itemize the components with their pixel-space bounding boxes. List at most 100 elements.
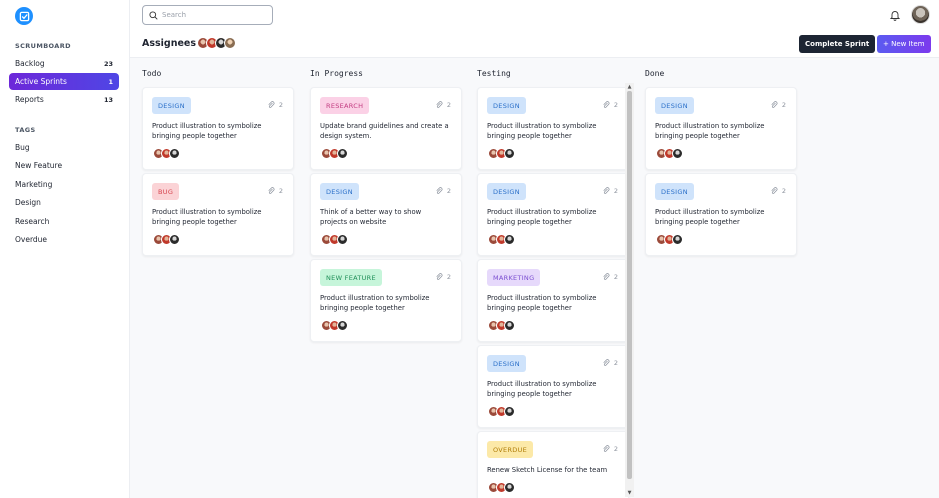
paperclip-icon: [436, 101, 443, 108]
attachment-count: 2: [602, 445, 618, 453]
task-card[interactable]: NEW FEATURE 2 Product illustration to sy…: [310, 259, 462, 342]
card-text: Product illustration to symbolize bringi…: [152, 122, 262, 140]
new-item-button[interactable]: + New Item: [877, 35, 931, 53]
tag-badge: OVERDUE: [487, 441, 534, 458]
paperclip-icon: [603, 273, 610, 280]
complete-sprint-button[interactable]: Complete Sprint: [799, 35, 876, 53]
card-text: Product illustration to symbolize bringi…: [152, 208, 262, 226]
bell-icon[interactable]: [889, 9, 901, 21]
card-assignees: [488, 148, 515, 159]
paperclip-icon: [268, 101, 275, 108]
paperclip-icon: [603, 187, 610, 194]
task-card[interactable]: MARKETING 2 Product illustration to symb…: [477, 259, 629, 342]
attachment-count: 2: [602, 101, 618, 109]
card-text: Product illustration to symbolize bringi…: [487, 122, 597, 140]
sidebar-item-active-sprints[interactable]: Active Sprints 1: [9, 73, 119, 90]
tag-badge: DESIGN: [655, 183, 694, 200]
card-text: Product illustration to symbolize bringi…: [487, 208, 597, 226]
card-assignees: [488, 234, 515, 245]
attachment-count: 2: [770, 187, 786, 195]
sidebar-tag-design[interactable]: Design: [15, 198, 41, 207]
attachment-count: 2: [770, 101, 786, 109]
sidebar-item-backlog[interactable]: Backlog 23: [9, 55, 119, 72]
paperclip-icon: [603, 101, 610, 108]
tag-badge: DESIGN: [152, 97, 191, 114]
tag-badge: BUG: [152, 183, 180, 200]
sidebar-tag-bug[interactable]: Bug: [15, 143, 30, 152]
card-text: Product illustration to symbolize bringi…: [655, 122, 765, 140]
scroll-up-arrow-icon[interactable]: ▲: [626, 84, 633, 90]
tags-section-title: TAGS: [15, 126, 36, 134]
avatar: [504, 406, 515, 417]
attachment-count: 2: [602, 273, 618, 281]
avatar: [337, 148, 348, 159]
card-assignees: [656, 234, 683, 245]
card-assignees: [488, 320, 515, 331]
column-title-todo: Todo: [142, 69, 162, 78]
task-card[interactable]: DESIGN 2 Product illustration to symboli…: [645, 87, 797, 170]
attachment-count: 2: [602, 187, 618, 195]
task-card[interactable]: RESEARCH 2 Update brand guidelines and c…: [310, 87, 462, 170]
avatar: [169, 234, 180, 245]
card-assignees: [321, 148, 348, 159]
sidebar-item-label: Backlog: [15, 59, 45, 68]
attachment-count: 2: [435, 101, 451, 109]
scroll-thumb[interactable]: [627, 91, 632, 479]
sidebar-section-title: SCRUMBOARD: [15, 42, 71, 50]
search-box[interactable]: [142, 5, 273, 25]
task-card[interactable]: DESIGN 2 Think of a better way to show p…: [310, 173, 462, 256]
task-card[interactable]: DESIGN 2 Product illustration to symboli…: [645, 173, 797, 256]
card-text: Update brand guidelines and create a des…: [320, 122, 449, 140]
card-assignees: [488, 482, 515, 493]
avatar: [672, 234, 683, 245]
avatar[interactable]: [224, 37, 236, 49]
task-card[interactable]: OVERDUE 2 Renew Sketch License for the t…: [477, 431, 629, 498]
card-text: Renew Sketch License for the team: [487, 466, 608, 474]
paperclip-icon: [436, 273, 443, 280]
sidebar-item-label: Reports: [15, 95, 44, 104]
task-card[interactable]: DESIGN 2 Product illustration to symboli…: [477, 87, 629, 170]
paperclip-icon: [603, 359, 610, 366]
tag-badge: DESIGN: [487, 355, 526, 372]
card-assignees: [321, 320, 348, 331]
task-card[interactable]: BUG 2 Product illustration to symbolize …: [142, 173, 294, 256]
scroll-down-arrow-icon[interactable]: ▼: [626, 490, 633, 496]
sidebar-item-reports[interactable]: Reports 13: [9, 91, 119, 108]
avatar: [504, 320, 515, 331]
paperclip-icon: [771, 101, 778, 108]
sidebar-tag-marketing[interactable]: Marketing: [15, 180, 52, 189]
sidebar-item-count: 1: [108, 77, 113, 86]
tag-badge: DESIGN: [487, 183, 526, 200]
user-avatar[interactable]: [911, 5, 930, 24]
avatar: [337, 234, 348, 245]
sidebar-item-label: Active Sprints: [15, 77, 67, 86]
sidebar-tag-new-feature[interactable]: New Feature: [15, 161, 62, 170]
column-title-testing: Testing: [477, 69, 511, 78]
paperclip-icon: [771, 187, 778, 194]
avatar: [504, 482, 515, 493]
sidebar-tag-research[interactable]: Research: [15, 217, 49, 226]
search-input[interactable]: [162, 11, 262, 19]
attachment-count: 2: [267, 187, 283, 195]
tag-badge: DESIGN: [487, 97, 526, 114]
card-text: Product illustration to symbolize bringi…: [487, 294, 597, 312]
card-text: Product illustration to symbolize bringi…: [655, 208, 765, 226]
card-assignees: [656, 148, 683, 159]
logo-icon[interactable]: [15, 7, 33, 25]
attachment-count: 2: [435, 187, 451, 195]
avatar: [504, 148, 515, 159]
card-text: Product illustration to symbolize bringi…: [320, 294, 430, 312]
task-card[interactable]: DESIGN 2 Product illustration to symboli…: [142, 87, 294, 170]
card-text: Think of a better way to show projects o…: [320, 208, 422, 226]
attachment-count: 2: [435, 273, 451, 281]
column-scrollbar[interactable]: ▲ ▼: [625, 83, 634, 497]
assignee-avatars[interactable]: [197, 37, 236, 49]
tag-badge: MARKETING: [487, 269, 541, 286]
tag-badge: DESIGN: [655, 97, 694, 114]
task-card[interactable]: DESIGN 2 Product illustration to symboli…: [477, 345, 629, 428]
assignees-title: Assignees: [142, 38, 197, 49]
sidebar-tag-overdue[interactable]: Overdue: [15, 235, 47, 244]
avatar: [169, 148, 180, 159]
paperclip-icon: [436, 187, 443, 194]
task-card[interactable]: DESIGN 2 Product illustration to symboli…: [477, 173, 629, 256]
